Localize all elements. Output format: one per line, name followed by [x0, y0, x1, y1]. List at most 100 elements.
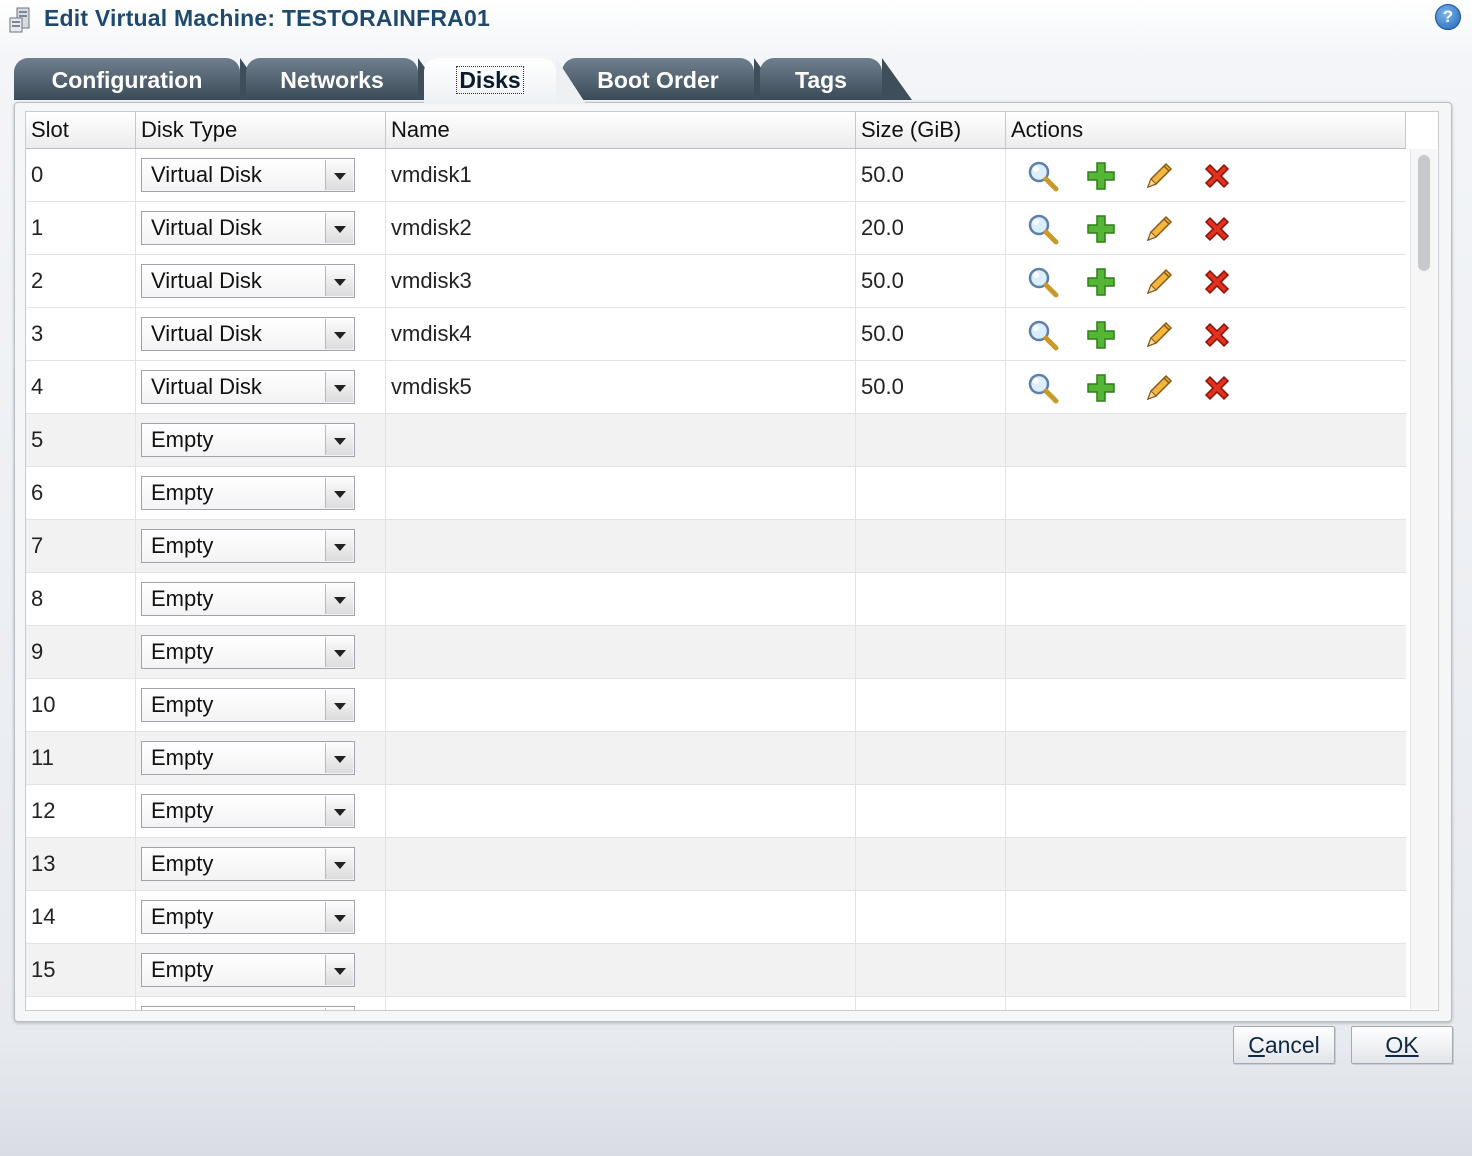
dropdown-arrow-icon[interactable]: [325, 584, 353, 614]
disk-type-select[interactable]: Empty: [141, 1006, 355, 1010]
dropdown-arrow-icon[interactable]: [325, 637, 353, 667]
delete-button[interactable]: [1200, 159, 1234, 193]
delete-button[interactable]: [1200, 212, 1234, 246]
view-button[interactable]: [1026, 371, 1060, 405]
table-row[interactable]: 13 Empty: [26, 838, 1406, 891]
dropdown-arrow-icon[interactable]: [325, 1008, 353, 1010]
table-row[interactable]: 9 Empty: [26, 626, 1406, 679]
tab-configuration[interactable]: Configuration: [14, 58, 270, 100]
dropdown-arrow-icon[interactable]: [325, 690, 353, 720]
table-row[interactable]: 1 Virtual Disk vmdisk2 20.0: [26, 202, 1406, 255]
table-row[interactable]: 5 Empty: [26, 414, 1406, 467]
disk-type-select[interactable]: Empty: [141, 582, 355, 616]
dropdown-arrow-icon[interactable]: [325, 160, 353, 190]
disk-size-cell: [856, 732, 1006, 784]
disk-type-select[interactable]: Empty: [141, 847, 355, 881]
disk-type-cell: Virtual Disk: [136, 149, 386, 201]
disk-name-cell: [386, 414, 856, 466]
disk-type-select[interactable]: Virtual Disk: [141, 211, 355, 245]
scrollbar-thumb[interactable]: [1418, 155, 1430, 271]
tab-networks[interactable]: Networks: [246, 58, 448, 100]
disk-type-select[interactable]: Virtual Disk: [141, 264, 355, 298]
dropdown-arrow-icon[interactable]: [325, 955, 353, 985]
column-header-slot[interactable]: Slot: [26, 112, 136, 148]
delete-button[interactable]: [1200, 318, 1234, 352]
dropdown-arrow-icon[interactable]: [325, 319, 353, 349]
help-icon[interactable]: ?: [1435, 4, 1461, 30]
add-button[interactable]: [1084, 371, 1118, 405]
dropdown-arrow-icon[interactable]: [325, 425, 353, 455]
delete-button[interactable]: [1200, 265, 1234, 299]
table-row[interactable]: 2 Virtual Disk vmdisk3 50.0: [26, 255, 1406, 308]
disk-name-cell: [386, 997, 856, 1010]
dropdown-arrow-icon[interactable]: [325, 213, 353, 243]
dropdown-arrow-icon[interactable]: [325, 531, 353, 561]
dropdown-arrow-icon[interactable]: [325, 743, 353, 773]
column-header-name[interactable]: Name: [386, 112, 856, 148]
add-button[interactable]: [1084, 265, 1118, 299]
disk-type-select[interactable]: Virtual Disk: [141, 370, 355, 404]
disk-type-select[interactable]: Empty: [141, 476, 355, 510]
disk-type-select[interactable]: Empty: [141, 900, 355, 934]
ok-button[interactable]: OK: [1351, 1026, 1453, 1064]
vertical-scrollbar[interactable]: [1410, 149, 1437, 1009]
disk-type-select[interactable]: Virtual Disk: [141, 158, 355, 192]
column-header-size[interactable]: Size (GiB): [856, 112, 1006, 148]
dropdown-arrow-icon[interactable]: [325, 902, 353, 932]
table-row[interactable]: 11 Empty: [26, 732, 1406, 785]
disk-size-cell: [856, 626, 1006, 678]
dropdown-arrow-icon[interactable]: [325, 372, 353, 402]
table-row[interactable]: 10 Empty: [26, 679, 1406, 732]
disk-type-select[interactable]: Virtual Disk: [141, 317, 355, 351]
dropdown-arrow-icon[interactable]: [325, 849, 353, 879]
disk-type-value: Empty: [151, 798, 214, 823]
disk-type-select[interactable]: Empty: [141, 953, 355, 987]
tab-tags[interactable]: Tags: [760, 58, 912, 100]
disk-size-cell: 50.0: [856, 255, 1006, 307]
delete-button[interactable]: [1200, 371, 1234, 405]
actions-cell: [1006, 785, 1406, 837]
table-row[interactable]: 6 Empty: [26, 467, 1406, 520]
view-button[interactable]: [1026, 159, 1060, 193]
table-row[interactable]: 0 Virtual Disk vmdisk1 50.0: [26, 149, 1406, 202]
table-row[interactable]: 16 Empty: [26, 997, 1406, 1010]
disk-type-value: Empty: [151, 639, 214, 664]
add-button[interactable]: [1084, 318, 1118, 352]
table-row[interactable]: 14 Empty: [26, 891, 1406, 944]
table-row[interactable]: 4 Virtual Disk vmdisk5 50.0: [26, 361, 1406, 414]
table-row[interactable]: 3 Virtual Disk vmdisk4 50.0: [26, 308, 1406, 361]
column-header-disk-type[interactable]: Disk Type: [136, 112, 386, 148]
tab-disks[interactable]: Disks: [424, 58, 586, 104]
tab-label: Tags: [795, 67, 847, 93]
table-row[interactable]: 8 Empty: [26, 573, 1406, 626]
disk-type-select[interactable]: Empty: [141, 741, 355, 775]
dropdown-arrow-icon[interactable]: [325, 478, 353, 508]
edit-button[interactable]: [1142, 371, 1176, 405]
table-row[interactable]: 12 Empty: [26, 785, 1406, 838]
cancel-button[interactable]: Cancel: [1233, 1026, 1335, 1064]
dropdown-arrow-icon[interactable]: [325, 796, 353, 826]
disk-type-select[interactable]: Empty: [141, 635, 355, 669]
disk-type-cell: Empty: [136, 997, 386, 1010]
table-row[interactable]: 15 Empty: [26, 944, 1406, 997]
disk-type-select[interactable]: Empty: [141, 529, 355, 563]
edit-button[interactable]: [1142, 318, 1176, 352]
slot-cell: 2: [26, 255, 136, 307]
dropdown-arrow-icon[interactable]: [325, 266, 353, 296]
disk-type-select[interactable]: Empty: [141, 794, 355, 828]
disk-type-select[interactable]: Empty: [141, 423, 355, 457]
edit-button[interactable]: [1142, 159, 1176, 193]
table-row[interactable]: 7 Empty: [26, 520, 1406, 573]
view-button[interactable]: [1026, 212, 1060, 246]
edit-button[interactable]: [1142, 212, 1176, 246]
disk-size-cell: 50.0: [856, 308, 1006, 360]
column-header-actions[interactable]: Actions: [1006, 112, 1406, 148]
view-button[interactable]: [1026, 318, 1060, 352]
edit-button[interactable]: [1142, 265, 1176, 299]
view-button[interactable]: [1026, 265, 1060, 299]
delete-x-icon: [1200, 375, 1234, 410]
tab-boot-order[interactable]: Boot Order: [562, 58, 784, 100]
disk-type-select[interactable]: Empty: [141, 688, 355, 722]
add-button[interactable]: [1084, 159, 1118, 193]
add-button[interactable]: [1084, 212, 1118, 246]
